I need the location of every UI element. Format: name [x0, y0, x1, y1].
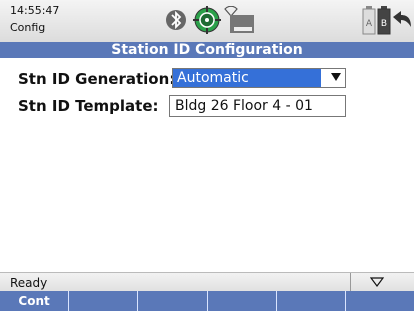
clock: 14:55:47	[10, 4, 60, 17]
chevron-down-icon[interactable]	[331, 73, 341, 81]
mode-label: Config	[10, 21, 46, 34]
generation-value: Automatic	[173, 69, 321, 87]
softkey-cont[interactable]: Cont	[0, 291, 70, 311]
menu-triangle-icon[interactable]	[370, 277, 384, 287]
svg-text:B: B	[381, 19, 387, 29]
card-icon	[230, 15, 254, 33]
softkey-5[interactable]	[277, 291, 346, 311]
softkey-6[interactable]	[346, 291, 414, 311]
back-arrow-icon[interactable]	[391, 9, 413, 33]
template-input[interactable]: Bldg 26 Floor 4 - 01	[169, 95, 346, 117]
softkey-3[interactable]	[138, 291, 208, 311]
softkey-2[interactable]	[69, 291, 139, 311]
top-status-bar: 14:55:47 Config A B	[0, 0, 414, 42]
generation-select[interactable]: Automatic	[172, 68, 346, 88]
bluetooth-icon	[166, 10, 186, 30]
template-label: Stn ID Template:	[18, 97, 159, 115]
status-text: Ready	[10, 276, 48, 290]
status-separator	[350, 273, 351, 292]
battery-a-icon: A	[362, 6, 376, 35]
generation-label: Stn ID Generation:	[18, 70, 176, 88]
softkey-4[interactable]	[208, 291, 277, 311]
gps-satellite-icon[interactable]	[193, 6, 221, 34]
softkey-bar: Cont	[0, 291, 414, 311]
svg-text:A: A	[366, 19, 373, 29]
page-title: Station ID Configuration	[0, 42, 414, 58]
status-bar: Ready	[0, 272, 414, 292]
battery-b-icon: B	[377, 6, 391, 35]
